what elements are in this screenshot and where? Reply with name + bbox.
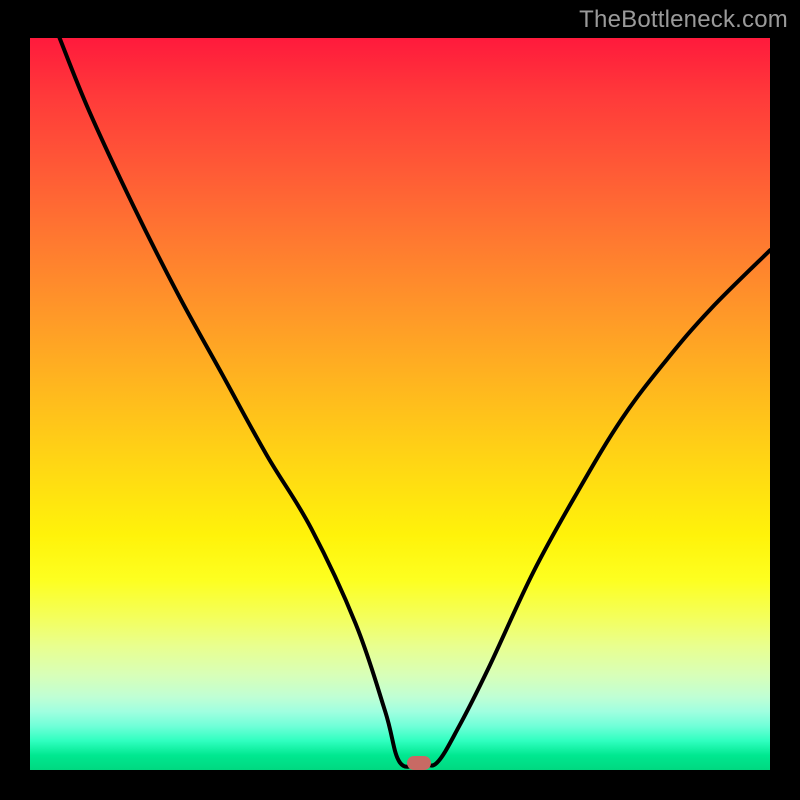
bottleneck-curve: [30, 38, 770, 770]
optimal-point-marker: [407, 756, 431, 770]
watermark-text: TheBottleneck.com: [579, 6, 788, 34]
plot-area: [30, 38, 770, 770]
